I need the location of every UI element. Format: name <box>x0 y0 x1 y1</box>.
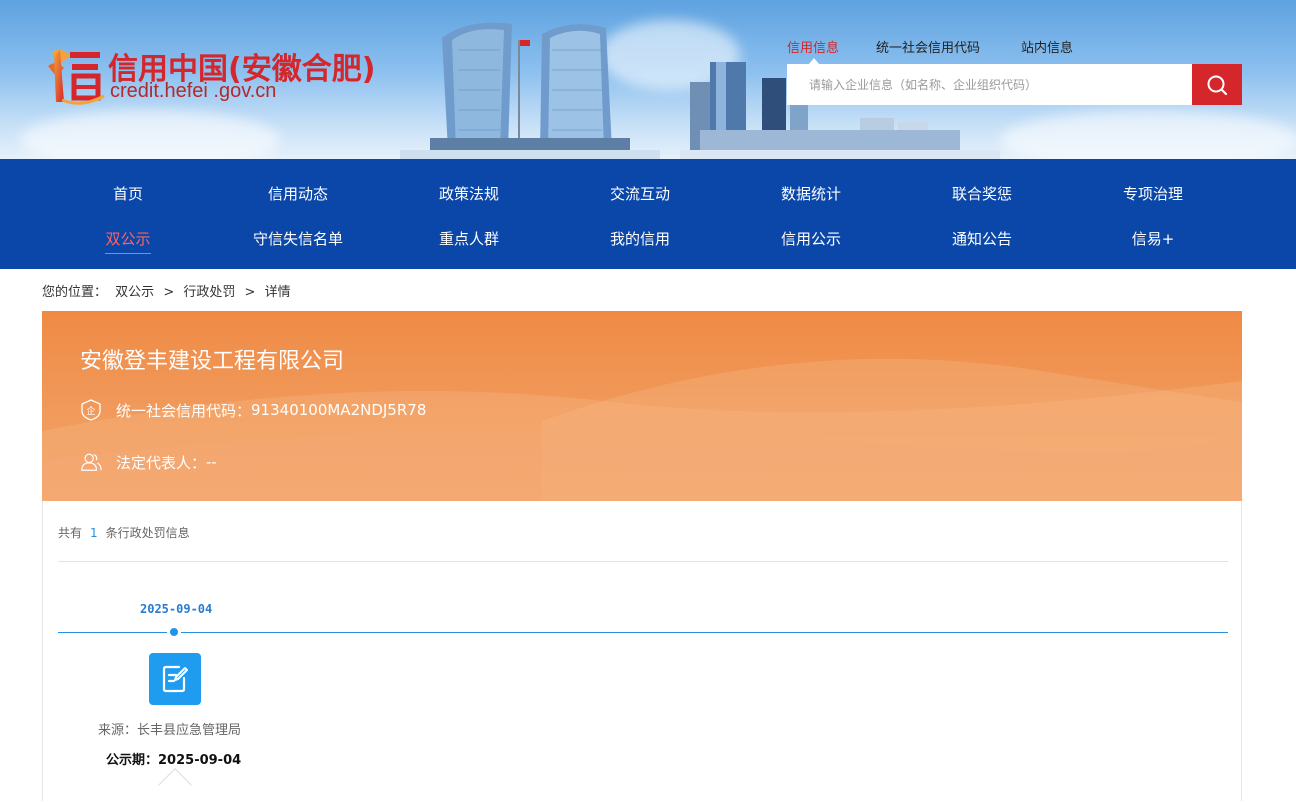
timeline-date: 2025-09-04 <box>140 602 213 616</box>
top-link-credit-info[interactable]: 信用信息 <box>787 37 839 64</box>
credit-code-value: 91340100MA2NDJ5R78 <box>251 401 427 419</box>
site-header: 信用中国(安徽合肥) credit.hefei .gov.cn 信用信息 统一社… <box>0 0 1296 159</box>
legal-rep-row: 法定代表人： -- <box>80 451 217 473</box>
nav-label: 交流互动 <box>609 185 670 203</box>
enterprise-badge-icon: 企 <box>81 399 101 421</box>
nav-label: 守信失信名单 <box>252 230 343 248</box>
nav-label: 政策法规 <box>438 185 499 203</box>
search-button[interactable] <box>1192 64 1242 105</box>
record-count: 共有 1 条行政处罚信息 <box>58 524 190 541</box>
breadcrumb-separator: > <box>244 285 256 300</box>
credit-code-row: 企 统一社会信用代码： 91340100MA2NDJ5R78 <box>80 399 426 421</box>
nav-label: 通知公告 <box>951 230 1012 248</box>
nav-label: 我的信用 <box>609 230 670 248</box>
breadcrumb-separator: > <box>163 285 175 300</box>
search-input[interactable] <box>787 64 1192 105</box>
nav-label: 信易+ <box>1131 230 1175 248</box>
nav-item-policy[interactable]: 政策法规 <box>399 183 539 204</box>
breadcrumb-item-detail: 详情 <box>264 285 291 300</box>
nav-label: 首页 <box>112 185 143 203</box>
nav-item-xinyi-plus[interactable]: 信易+ <box>1083 228 1223 249</box>
cloud-decoration <box>20 110 280 159</box>
record-period-value: 2025-09-04 <box>158 753 242 768</box>
nav-item-rewards-penalties[interactable]: 联合奖惩 <box>912 183 1052 204</box>
legal-rep-label: 法定代表人： <box>116 453 207 472</box>
company-name: 安徽登丰建设工程有限公司 <box>80 349 345 374</box>
nav-label: 双公示 <box>105 230 151 254</box>
records-panel: 共有 1 条行政处罚信息 2025-09-04 来源：长丰县应急管理局 公示期：20… <box>42 501 1242 802</box>
detail-caret <box>158 768 192 802</box>
cloud-decoration <box>1000 110 1296 159</box>
record-count-prefix: 共有 <box>58 526 83 540</box>
record-count-number: 1 <box>90 526 98 540</box>
site-domain: credit.hefei .gov.cn <box>110 80 277 102</box>
nav-item-my-credit[interactable]: 我的信用 <box>570 228 710 249</box>
timeline-line <box>58 632 1228 633</box>
nav-item-notices[interactable]: 通知公告 <box>912 228 1052 249</box>
nav-label: 联合奖惩 <box>951 185 1012 203</box>
record-period: 公示期：2025-09-04 <box>106 749 241 768</box>
timeline-dot <box>167 625 181 639</box>
nav-label: 专项治理 <box>1122 185 1183 203</box>
site-logo[interactable]: 信用中国(安徽合肥) credit.hefei .gov.cn <box>42 40 382 110</box>
nav-label: 数据统计 <box>780 185 841 203</box>
nav-label: 信用公示 <box>780 230 841 248</box>
legal-rep-value: -- <box>206 453 217 471</box>
credit-code-label: 统一社会信用代码： <box>116 401 252 420</box>
record-source-label: 来源： <box>98 723 138 738</box>
record-source: 来源：长丰县应急管理局 <box>98 719 241 738</box>
penalty-record-button[interactable] <box>149 653 201 705</box>
nav-label: 信用动态 <box>267 185 328 203</box>
breadcrumb-item-admin-penalty[interactable]: 行政处罚 <box>183 285 235 300</box>
nav-item-credit-news[interactable]: 信用动态 <box>228 183 368 204</box>
breadcrumb-prefix: 您的位置： <box>42 285 108 300</box>
top-link-site-info[interactable]: 站内信息 <box>1021 37 1073 56</box>
breadcrumb-item-double-publicity[interactable]: 双公示 <box>115 285 154 300</box>
edit-document-icon <box>162 665 188 693</box>
record-period-label: 公示期： <box>106 753 159 768</box>
nav-item-double-publicity[interactable]: 双公示 <box>58 228 198 254</box>
record-source-value: 长丰县应急管理局 <box>137 723 242 738</box>
breadcrumb: 您的位置： 双公示 > 行政处罚 > 详情 <box>42 281 291 300</box>
nav-item-key-groups[interactable]: 重点人群 <box>399 228 539 249</box>
company-banner: 安徽登丰建设工程有限公司 企 统一社会信用代码： 91340100MA2NDJ5… <box>42 311 1242 501</box>
nav-item-statistics[interactable]: 数据统计 <box>741 183 881 204</box>
divider <box>58 561 1228 562</box>
logo-emblem-icon <box>48 49 105 105</box>
users-icon <box>81 453 102 471</box>
main-nav: 首页 信用动态 政策法规 交流互动 数据统计 联合奖惩 专项治理 双公示 守信失… <box>0 159 1296 269</box>
search-icon <box>1207 75 1228 95</box>
record-count-suffix: 条行政处罚信息 <box>105 526 190 540</box>
top-link-credit-code[interactable]: 统一社会信用代码 <box>876 37 980 56</box>
nav-item-interaction[interactable]: 交流互动 <box>570 183 710 204</box>
svg-text:企: 企 <box>86 405 95 417</box>
nav-item-home[interactable]: 首页 <box>58 183 198 204</box>
nav-item-special-governance[interactable]: 专项治理 <box>1083 183 1223 204</box>
nav-label: 重点人群 <box>438 230 499 248</box>
nav-item-blacklist[interactable]: 守信失信名单 <box>228 228 368 249</box>
nav-item-credit-publicity[interactable]: 信用公示 <box>741 228 881 249</box>
